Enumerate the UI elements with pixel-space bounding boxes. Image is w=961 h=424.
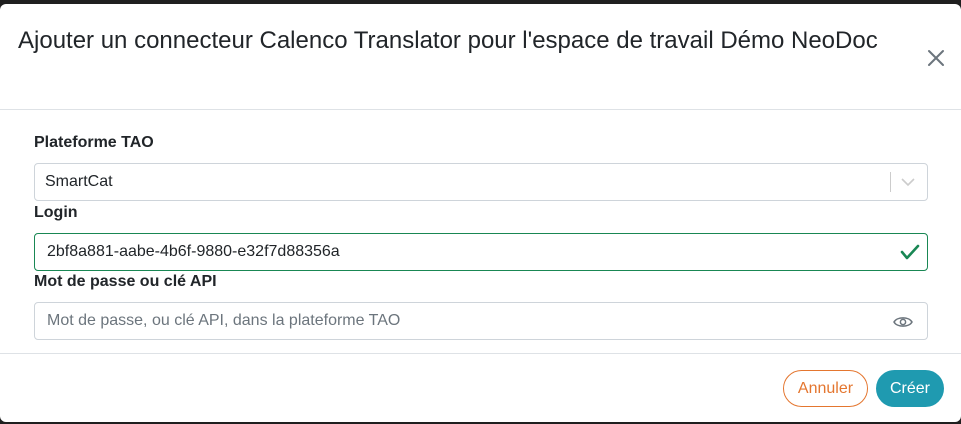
connector-dialog: Ajouter un connecteur Calenco Translator… <box>0 4 961 422</box>
chevron-down-icon[interactable] <box>899 175 917 189</box>
platform-select-value: SmartCat <box>45 173 113 190</box>
dialog-header: Ajouter un connecteur Calenco Translator… <box>0 4 961 110</box>
platform-label: Plateforme TAO <box>34 134 154 151</box>
platform-select[interactable]: SmartCat <box>34 163 928 201</box>
select-separator <box>890 172 891 192</box>
login-field-wrapper <box>34 233 928 271</box>
password-field-wrapper <box>34 302 928 340</box>
password-label: Mot de passe ou clé API <box>34 273 217 290</box>
login-input[interactable] <box>35 234 927 270</box>
create-button[interactable]: Créer <box>876 370 944 407</box>
dialog-body: Plateforme TAO SmartCat Login Mot de pas… <box>0 110 961 354</box>
login-label: Login <box>34 204 78 221</box>
check-icon <box>900 244 920 260</box>
password-input[interactable] <box>35 303 927 339</box>
eye-icon[interactable] <box>893 315 913 329</box>
cancel-button[interactable]: Annuler <box>783 370 868 407</box>
close-icon <box>928 50 944 66</box>
dialog-title: Ajouter un connecteur Calenco Translator… <box>18 27 878 54</box>
close-button[interactable] <box>922 44 950 72</box>
